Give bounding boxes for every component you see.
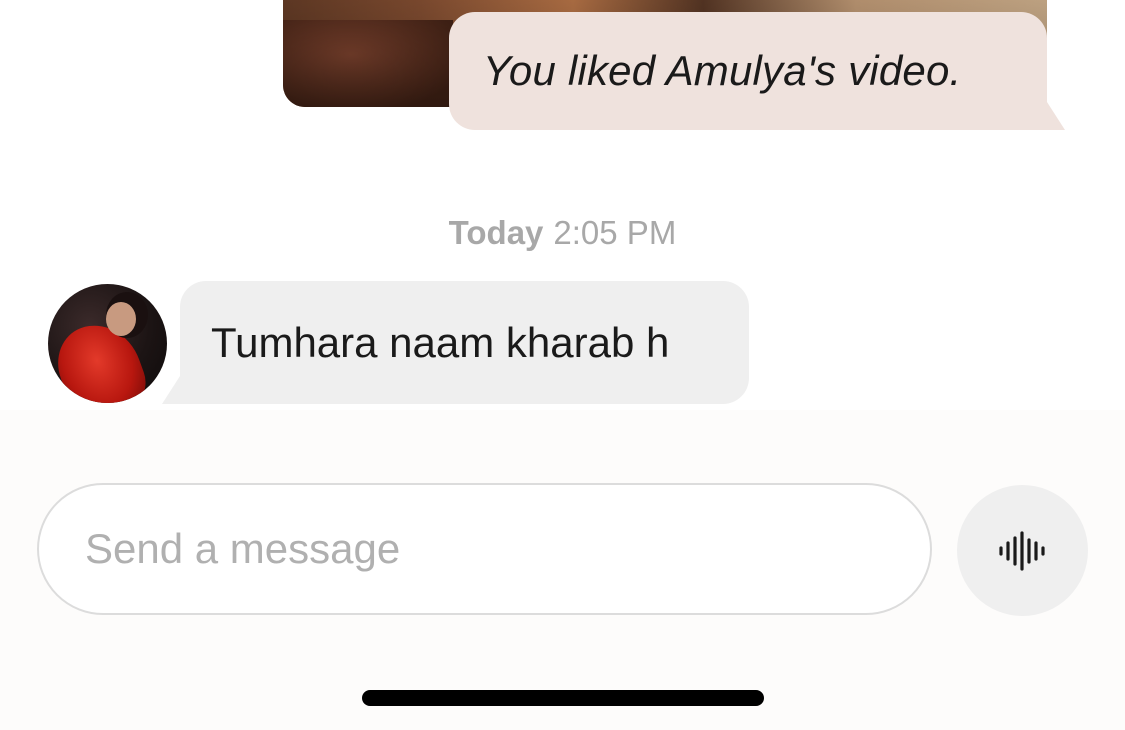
message-composer bbox=[0, 410, 1125, 730]
incoming-message-bubble[interactable]: Tumhara naam kharab h bbox=[180, 281, 749, 404]
timestamp-day: Today bbox=[448, 214, 544, 251]
home-indicator[interactable] bbox=[362, 690, 764, 706]
voice-message-button[interactable] bbox=[957, 485, 1088, 616]
video-like-bubble[interactable]: You liked Amulya's video. bbox=[449, 12, 1047, 130]
message-input[interactable] bbox=[37, 483, 932, 615]
avatar-photo-detail bbox=[48, 313, 153, 403]
video-like-text: You liked Amulya's video. bbox=[483, 47, 962, 94]
waveform-icon bbox=[998, 530, 1045, 571]
avatar-photo-face bbox=[106, 302, 136, 336]
chat-screen: You liked Amulya's video. Today 2:05 PM T… bbox=[0, 0, 1125, 730]
message-timestamp: Today 2:05 PM bbox=[0, 214, 1125, 252]
sender-avatar[interactable] bbox=[48, 284, 167, 403]
timestamp-time: 2:05 PM bbox=[553, 214, 677, 251]
incoming-message-text: Tumhara naam kharab h bbox=[211, 318, 670, 366]
